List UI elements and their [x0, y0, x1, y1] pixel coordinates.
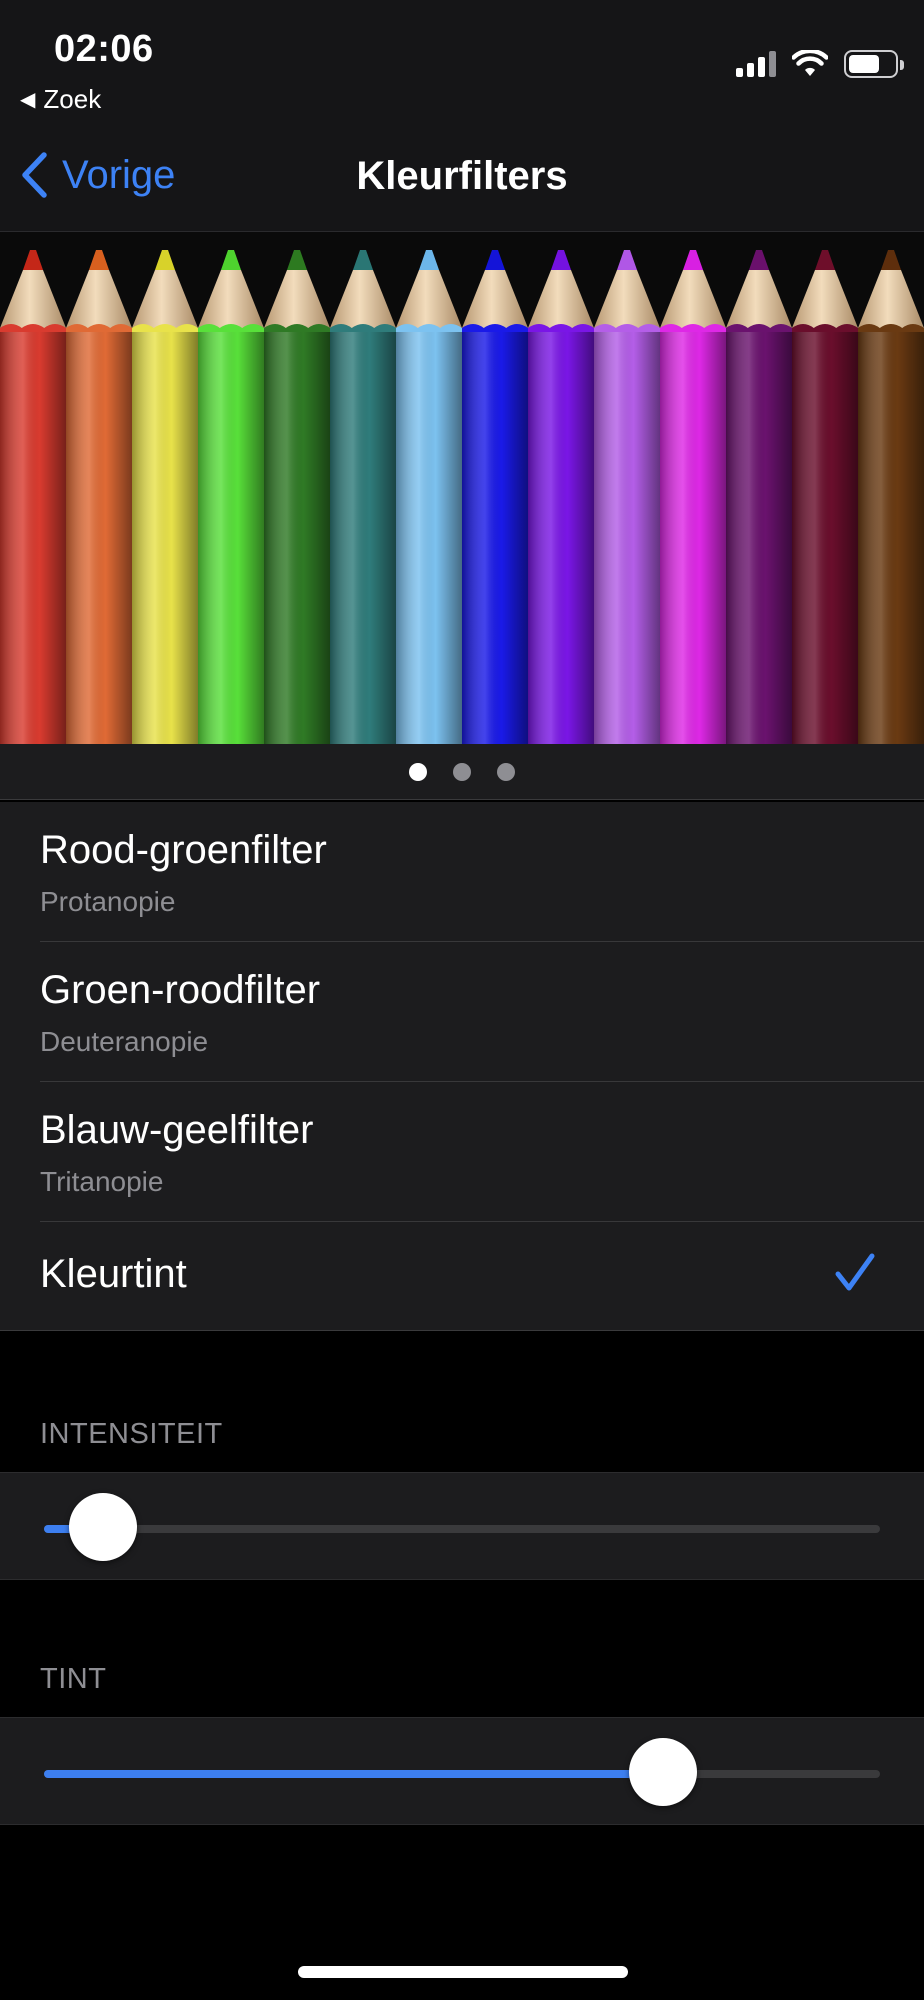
page-dot[interactable] — [497, 762, 515, 781]
back-to-app-link[interactable]: ◀ Zoek — [20, 84, 101, 115]
filter-title: Groen-roodfilter — [40, 968, 321, 1012]
checkmark-icon — [835, 1253, 875, 1291]
intensity-slider-card — [0, 1472, 924, 1580]
filter-subtitle: Tritanopie — [40, 1166, 164, 1197]
pencil-image — [0, 250, 66, 744]
pencil-image — [66, 250, 132, 744]
filter-title: Rood-groenfilter — [40, 828, 327, 872]
status-icons — [736, 50, 904, 78]
pencil-image — [726, 250, 792, 744]
filter-option-groen-rood[interactable]: Groen-roodfilter Deuteranopie — [0, 942, 924, 1082]
page-title: Kleurfilters — [356, 154, 568, 198]
cellular-signal-icon — [736, 51, 776, 77]
intensity-slider-track[interactable] — [44, 1525, 880, 1533]
tint-slider-fill — [44, 1770, 663, 1778]
filter-title: Blauw-geelfilter — [40, 1108, 314, 1152]
filter-subtitle: Protanopie — [40, 886, 176, 917]
tint-slider-card — [0, 1717, 924, 1825]
pencil-image — [330, 250, 396, 744]
status-time: 02:06 — [54, 28, 154, 70]
home-indicator[interactable] — [298, 1966, 628, 1978]
navigation-bar: Vorige Kleurfilters — [0, 128, 924, 232]
battery-icon — [844, 50, 904, 78]
page-indicator[interactable] — [0, 744, 924, 800]
intensity-slider-thumb[interactable] — [68, 1493, 137, 1561]
filter-option-blauw-geel[interactable]: Blauw-geelfilter Tritanopie — [0, 1082, 924, 1222]
pencil-image — [792, 250, 858, 744]
page-dot[interactable] — [453, 762, 471, 781]
tint-slider-track[interactable] — [44, 1770, 880, 1778]
status-bar: 02:06 ◀ Zoek — [0, 0, 924, 128]
page-dot[interactable] — [409, 762, 427, 781]
pencil-image — [264, 250, 330, 744]
filter-title: Kleurtint — [40, 1252, 187, 1296]
intensity-section-header: INTENSITEIT — [40, 1418, 223, 1450]
back-to-app-label: Zoek — [43, 84, 102, 114]
color-preview-carousel[interactable] — [0, 232, 924, 744]
pencil-image — [528, 250, 594, 744]
pencil-image — [660, 250, 726, 744]
filter-subtitle: Deuteranopie — [40, 1026, 209, 1057]
filter-option-kleurtint[interactable]: Kleurtint — [0, 1222, 924, 1330]
pencil-image — [594, 250, 660, 744]
filter-option-rood-groen[interactable]: Rood-groenfilter Protanopie — [0, 802, 924, 942]
pencil-image — [198, 250, 264, 744]
pencil-image — [462, 250, 528, 744]
back-triangle-icon: ◀ — [20, 89, 36, 111]
pencil-image — [396, 250, 462, 744]
filter-list: Rood-groenfilter Protanopie Groen-roodfi… — [0, 802, 924, 1331]
pencil-image — [858, 250, 924, 744]
pencil-image — [132, 250, 198, 744]
wifi-icon — [792, 50, 828, 76]
tint-slider-thumb[interactable] — [628, 1738, 697, 1806]
tint-section-header: TINT — [40, 1663, 107, 1695]
